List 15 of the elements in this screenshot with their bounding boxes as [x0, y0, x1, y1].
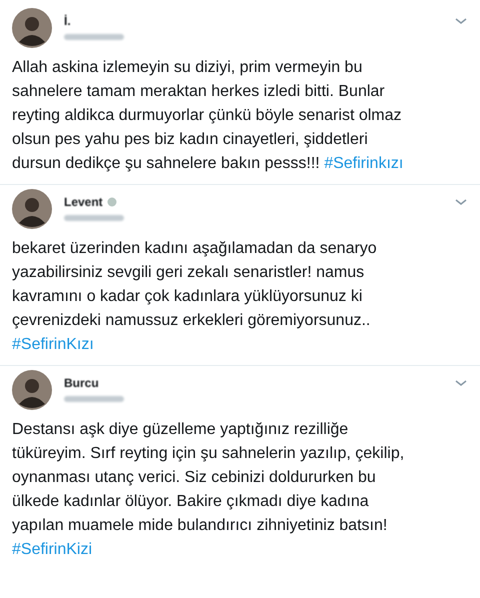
avatar-icon	[12, 189, 52, 229]
chevron-down-icon[interactable]	[454, 378, 468, 388]
chevron-down-icon[interactable]	[454, 197, 468, 207]
avatar-icon	[12, 370, 52, 410]
user-handle	[64, 34, 124, 40]
user-handle	[64, 215, 124, 221]
tweet-text: bekaret üzerinden kadını aşağılamadan da senaryo yazabilirsiniz sevgili geri zekalı senaristler! namus kavramını o kadar çok kadınlara yüklüyorsunuz ki çevrenizdeki namussuz erkekleri göremiyorsunuz.. #SefirinKızı	[12, 239, 378, 355]
tweet-text: Allah askina izlemeyin su diziyi, prim vermeyin bu sahnelere tamam meraktan herkes izledi bitti. Bunlar reyting aldikca durmuyorlar çünkü böyle senarist olmaz olsun pes yahu pes biz kadın cinayetleri, şiddetleri dursun dedikçe şu sahnelere bakın pesss!!! #Sefirinkızı	[12, 58, 404, 174]
user-handle	[64, 396, 124, 402]
tweet-text: Destansı aşk diye güzelleme yaptığınız rezilliğe tüküreyim. Sırf reyting için şu sahnelerin yazılıp, çekilip, oynanması utanç verici. Siz cebinizi doldururken bu ülkede kadınlar ölüyor. Bakire çıkmadı diye kadına yapılan muamele mide bulandırıcı zihniyetiniz batsın! #SefirinKizi	[12, 420, 406, 560]
user-name[interactable]: Levent	[64, 193, 103, 211]
user-name[interactable]: Burcu	[64, 374, 99, 392]
user-name[interactable]: İ.	[64, 12, 71, 30]
chevron-down-icon[interactable]	[454, 16, 468, 26]
avatar-icon	[12, 8, 52, 48]
